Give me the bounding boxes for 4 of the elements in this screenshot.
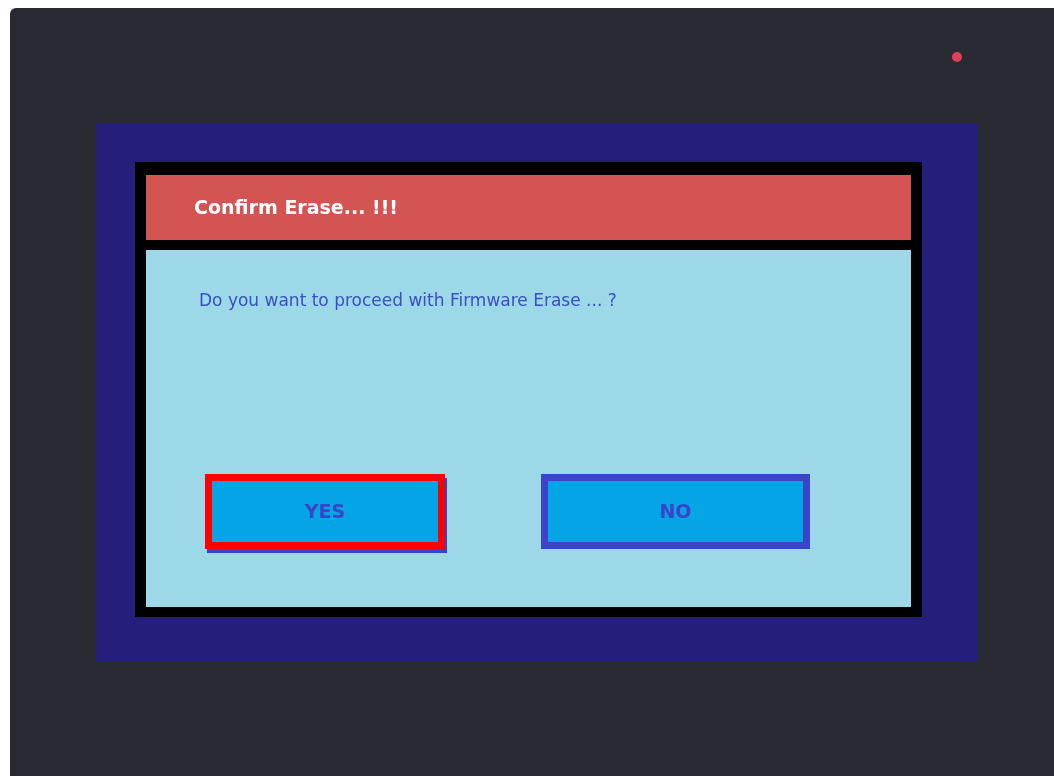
status-led-icon (952, 52, 962, 62)
dialog-button[interactable]: NO (541, 473, 810, 549)
dialog-message: Do you want to proceed with Firmware Erase ... ? (199, 289, 618, 312)
dialog-title: Confirm Erase... !!! (194, 195, 399, 221)
